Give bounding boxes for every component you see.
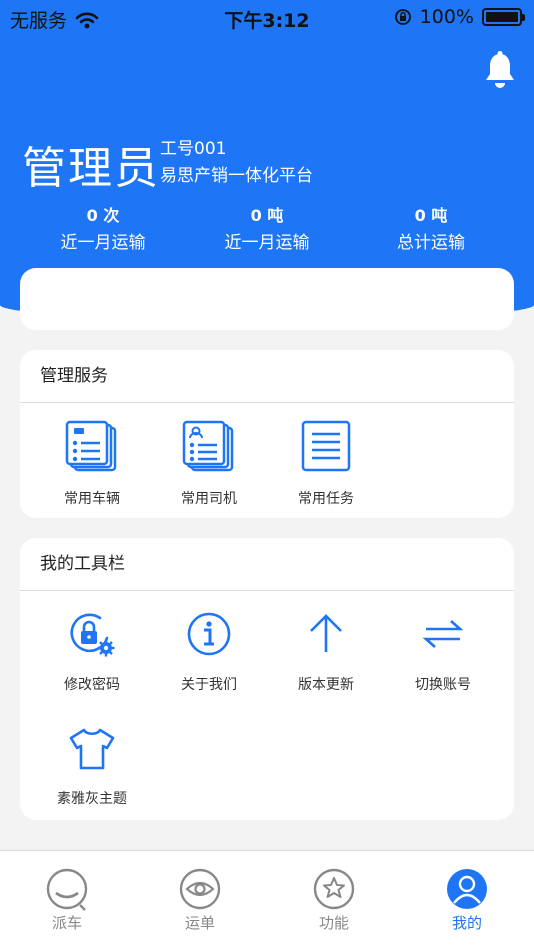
item-label: 素雅灰主题	[57, 791, 127, 807]
item-label: 修改密码	[64, 677, 120, 693]
common-drivers-button[interactable]: 常用司机	[149, 420, 269, 508]
tab-functions[interactable]: 功能	[284, 867, 384, 933]
status-bar: 无服务 下午3:12 100%	[0, 0, 534, 34]
common-tasks-button[interactable]: 常用任务	[266, 420, 386, 508]
task-list-icon	[301, 420, 351, 472]
stat-month-trips: 0 次 近一月运输	[18, 202, 188, 253]
tab-label: 功能	[318, 914, 349, 932]
version-update-button[interactable]: 版本更新	[266, 610, 386, 694]
stat-label: 近一月运输	[60, 233, 146, 253]
battery-icon	[482, 8, 525, 26]
section-title: 管理服务	[20, 350, 514, 403]
employee-id: 工号001	[160, 139, 227, 159]
info-icon	[187, 612, 231, 656]
profile-icon	[447, 869, 487, 909]
item-label: 常用司机	[181, 491, 237, 507]
tab-waybill[interactable]: 运单	[150, 867, 250, 933]
tab-mine[interactable]: 我的	[417, 867, 517, 933]
orientation-lock-icon	[394, 9, 411, 25]
bell-icon[interactable]	[484, 50, 516, 90]
tab-label: 派车	[51, 914, 82, 932]
management-section: 管理服务 常用车辆 常用司机 常用任务	[20, 350, 514, 518]
change-password-button[interactable]: 修改密码	[32, 610, 152, 694]
common-vehicles-button[interactable]: 常用车辆	[32, 420, 152, 508]
eye-icon	[179, 868, 221, 910]
user-role: 管理员	[22, 143, 160, 194]
item-label: 常用车辆	[64, 491, 120, 507]
tab-label: 我的	[451, 914, 482, 932]
stat-month-tons: 0 吨 近一月运输	[182, 202, 352, 253]
bottom-tab-bar: 派车 运单 功能 我的	[0, 850, 534, 950]
stat-value: 0 吨	[250, 206, 284, 225]
tab-dispatch[interactable]: 派车	[17, 867, 117, 933]
item-label: 关于我们	[181, 677, 237, 693]
gray-theme-button[interactable]: 素雅灰主题	[32, 724, 152, 808]
item-label: 版本更新	[298, 677, 354, 693]
dispatch-icon	[46, 868, 88, 911]
star-icon	[313, 868, 355, 910]
stat-label: 总计运输	[397, 233, 465, 253]
tab-label: 运单	[184, 914, 215, 932]
stat-value: 0 次	[86, 206, 120, 225]
swap-icon	[422, 620, 464, 648]
item-label: 常用任务	[298, 491, 354, 507]
lock-gear-icon	[70, 613, 115, 657]
arrow-up-icon	[310, 614, 342, 652]
overlap-card	[20, 268, 514, 330]
section-title: 我的工具栏	[20, 538, 514, 591]
battery-percent: 100%	[419, 6, 474, 28]
vehicle-list-icon	[65, 420, 117, 472]
stat-label: 近一月运输	[224, 233, 310, 253]
switch-account-button[interactable]: 切换账号	[383, 610, 503, 694]
tshirt-icon	[69, 728, 115, 770]
about-us-button[interactable]: 关于我们	[149, 610, 269, 694]
platform-name: 易思产销一体化平台	[160, 166, 313, 186]
stat-value: 0 吨	[414, 206, 448, 225]
driver-list-icon	[182, 420, 234, 472]
stat-total-tons: 0 吨 总计运输	[346, 202, 516, 253]
toolbar-section: 我的工具栏 修改密码 关于我们 版本更新 切换账号 素雅灰主题	[20, 538, 514, 820]
item-label: 切换账号	[415, 677, 471, 693]
